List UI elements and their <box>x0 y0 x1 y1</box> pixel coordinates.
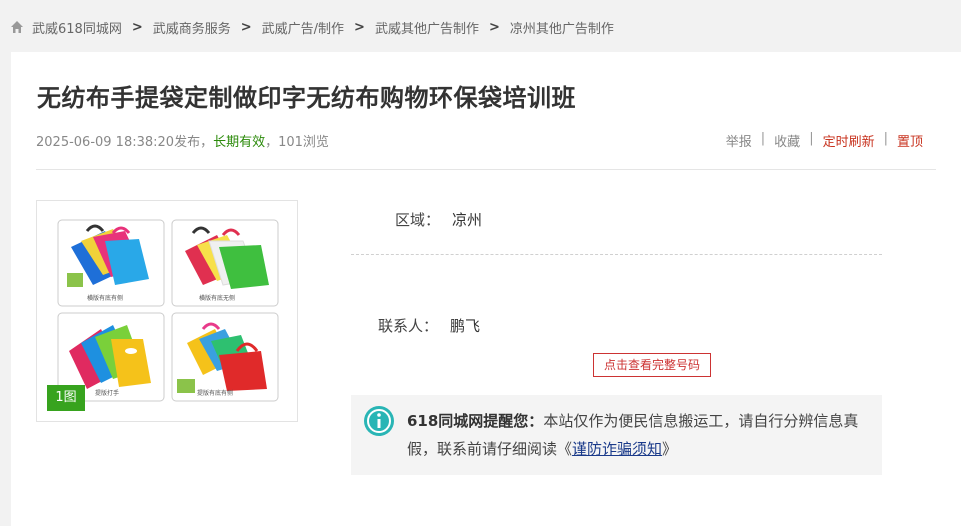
info-icon <box>362 404 396 438</box>
scheduled-refresh-link[interactable]: 定时刷新 <box>823 131 875 150</box>
info-divider <box>351 254 882 255</box>
notice-open-quote: 《 <box>557 440 573 458</box>
caption-handle-cut: 提版打手 <box>95 389 119 397</box>
post-published-suffix: 发布， <box>174 135 214 150</box>
product-image[interactable]: 横版有底有侧 横版有底无侧 提版打手 提版有底有侧 1图 <box>36 200 298 422</box>
bag-collage-image: 横版有底有侧 横版有底无侧 提版打手 提版有底有侧 <box>57 219 279 402</box>
breadcrumb-link-business[interactable]: 武威商务服务 <box>153 18 231 37</box>
post-card: 无纺布手提袋定制做印字无纺布购物环保袋培训班 2025-06-09 18:38:… <box>11 52 961 526</box>
contact-label: 联系人： <box>378 317 439 335</box>
caption-flat-bottom-noside: 横版有底无侧 <box>199 294 235 302</box>
action-separator: | <box>760 131 766 146</box>
home-icon[interactable] <box>10 20 24 34</box>
notice-text: 618同城网提醒您：本站仅作为便民信息搬运工，请自行分辨信息真假，联系前请仔细阅… <box>407 407 877 463</box>
breadcrumb-link-ads[interactable]: 武威广告/制作 <box>262 18 344 37</box>
post-datetime: 2025-06-09 18:38:20 <box>36 135 175 150</box>
breadcrumb-separator: > <box>131 19 143 35</box>
caption-flat-bottom-side: 横版有底有侧 <box>87 294 123 302</box>
breadcrumb-link-site[interactable]: 武威618同城网 <box>32 18 122 37</box>
breadcrumb-separator: > <box>240 19 252 35</box>
notice-close-quote: 》 <box>662 440 678 458</box>
breadcrumb-separator: > <box>488 19 500 35</box>
post-meta: 2025-06-09 18:38:20发布，长期有效，101浏览 <box>36 131 329 150</box>
safety-notice: 618同城网提醒您：本站仅作为便民信息搬运工，请自行分辨信息真假，联系前请仔细阅… <box>351 395 882 475</box>
image-count-badge: 1图 <box>47 385 85 411</box>
breadcrumb-link-other-ads[interactable]: 武威其他广告制作 <box>375 18 479 37</box>
report-link[interactable]: 举报 <box>726 131 752 150</box>
view-count: ，101浏览 <box>265 135 329 150</box>
contact-row: 联系人： 鹏飞 <box>378 315 480 336</box>
notice-brand: 618同城网提醒您： <box>407 412 544 430</box>
contact-value: 鹏飞 <box>450 317 481 335</box>
action-separator: | <box>809 131 814 146</box>
post-actions: 举报 | 收藏 | 定时刷新 | 置顶 <box>726 131 923 150</box>
breadcrumb-link-liangzhou-ads[interactable]: 凉州其他广告制作 <box>510 18 614 37</box>
area-row: 区域： 凉州 <box>395 209 482 230</box>
breadcrumb-separator: > <box>354 19 365 35</box>
area-value: 凉州 <box>452 211 483 229</box>
pin-top-link[interactable]: 置顶 <box>897 131 923 150</box>
header-divider <box>36 169 936 170</box>
breadcrumb: 武威618同城网 > 武威商务服务 > 武威广告/制作 > 武威其他广告制作 >… <box>10 17 614 37</box>
view-phone-button[interactable]: 点击查看完整号码 <box>593 353 711 377</box>
action-separator: | <box>883 131 888 146</box>
anti-fraud-link[interactable]: 谨防诈骗须知 <box>572 440 662 458</box>
area-label: 区域： <box>395 211 441 229</box>
caption-handle-bottom-side: 提版有底有侧 <box>197 389 233 397</box>
favorite-link[interactable]: 收藏 <box>774 131 800 150</box>
page-title: 无纺布手提袋定制做印字无纺布购物环保袋培训班 <box>37 84 576 112</box>
validity-badge: 长期有效 <box>213 135 266 150</box>
